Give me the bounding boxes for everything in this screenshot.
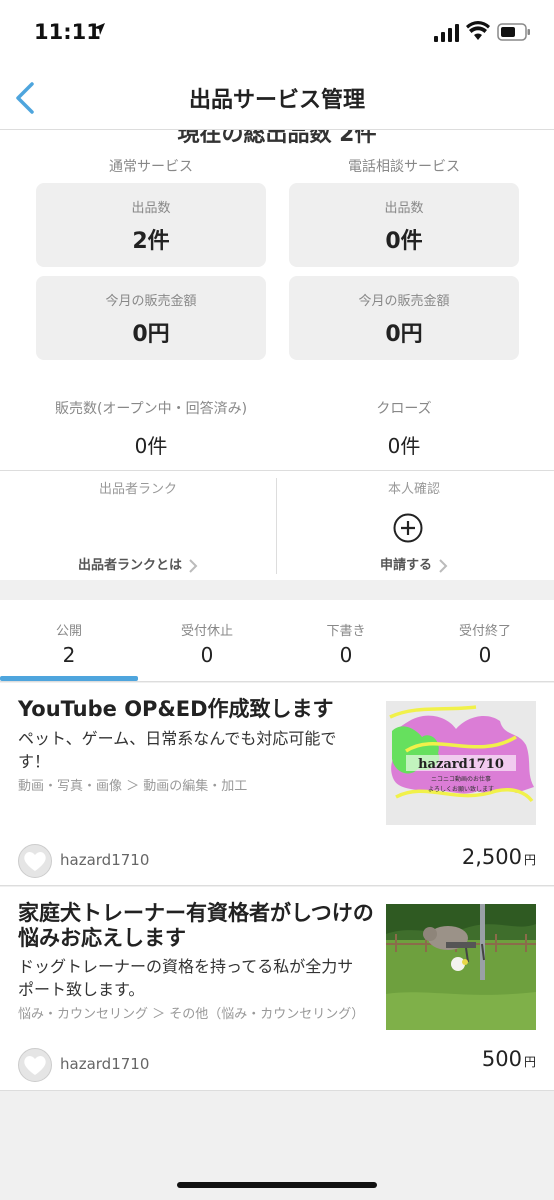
normal-sales-box: 今月の販売金額 0円 (36, 276, 266, 360)
closed-count-label: クローズ (376, 401, 432, 417)
active-tab-indicator (0, 676, 138, 681)
total-listings-heading: 現在の総出品数 2件 (177, 130, 377, 147)
tab-count: 0 (339, 643, 353, 667)
cellular-signal-icon (434, 24, 459, 42)
summary-section: 現在の総出品数 2件 通常サービス 電話相談サービス 出品数 2件 出品数 0件… (0, 130, 554, 580)
tab-count: 0 (478, 643, 492, 667)
phone-listings-value: 0件 (385, 229, 423, 254)
phone-service-header: 電話相談サービス (348, 159, 460, 175)
tab-public[interactable]: 公開 2 (0, 620, 138, 667)
status-bar: 11:11 (0, 0, 554, 66)
listing-price: 500 円 (482, 1047, 536, 1071)
tab-drafts[interactable]: 下書き 0 (277, 620, 415, 667)
avatar[interactable] (18, 844, 52, 878)
chevron-right-icon (439, 558, 448, 573)
normal-listings-value: 2件 (132, 229, 170, 254)
tab-ended[interactable]: 受付終了 0 (416, 620, 554, 667)
listing-title: 家庭犬トレーナー有資格者がしつけの悩みお応えします (18, 901, 374, 950)
status-time: 11:11 (34, 20, 101, 44)
price-value: 500 (481, 1047, 522, 1071)
chevron-right-icon (189, 558, 198, 573)
tab-label: 下書き (326, 624, 366, 639)
tab-label: 受付終了 (458, 624, 511, 639)
normal-listings-label: 出品数 (131, 201, 171, 216)
listing-card[interactable]: YouTube OP&ED作成致します ペット、ゲーム、日常系なんでも対応可能で… (0, 683, 554, 886)
battery-icon (497, 23, 530, 41)
page-title: 出品サービス管理 (188, 88, 365, 113)
tab-count: 0 (200, 643, 214, 667)
identity-verification-label: 本人確認 (387, 482, 440, 497)
listing-price: 2,500 円 (462, 845, 536, 869)
sold-count-value: 0件 (134, 434, 168, 458)
listing-description: ドッグトレーナーの資格を持ってる私が全力サポート致します。 (18, 957, 354, 999)
price-currency: 円 (523, 853, 536, 867)
closed-count-stat: クローズ 0件 (289, 398, 519, 459)
closed-count-value: 0件 (387, 434, 421, 458)
phone-listings-box: 出品数 0件 (289, 183, 519, 267)
apply-verification-link[interactable]: 申請する (276, 554, 552, 574)
seller-rank-link[interactable]: 出品者ランクとは (0, 554, 276, 574)
avatar[interactable] (18, 1048, 52, 1082)
sold-count-label: 販売数(オープン中・回答済み) (54, 401, 248, 417)
home-indicator[interactable] (177, 1182, 377, 1188)
seller-rank-label: 出品者ランク (98, 482, 177, 497)
apply-verification-label: 申請する (379, 558, 432, 573)
location-arrow-icon (93, 23, 105, 35)
seller-rank-link-label: 出品者ランクとは (77, 558, 182, 573)
listing-title: YouTube OP&ED作成致します (18, 697, 334, 721)
sold-count-stat: 販売数(オープン中・回答済み) 0件 (36, 398, 266, 459)
tab-paused[interactable]: 受付休止 0 (138, 620, 276, 667)
price-currency: 円 (523, 1055, 536, 1069)
normal-listings-box: 出品数 2件 (36, 183, 266, 267)
wifi-icon (466, 21, 490, 40)
add-circle-icon[interactable] (392, 512, 424, 544)
heart-icon (24, 852, 46, 871)
thumbnail-text: hazard1710 (418, 757, 504, 772)
normal-sales-value: 0円 (132, 322, 170, 347)
thumbnail-subtext: よろしくお願い致します (428, 785, 494, 793)
listing-category: 悩み・カウンセリング ＞ その他（悩み・カウンセリング） (18, 1007, 365, 1022)
listing-description: ペット、ゲーム、日常系なんでも対応可能です！ (18, 729, 337, 771)
tab-count: 2 (62, 643, 76, 667)
listing-card[interactable]: 家庭犬トレーナー有資格者がしつけの悩みお応えします ドッグトレーナーの資格を持っ… (0, 887, 554, 1091)
phone-sales-value: 0円 (385, 322, 423, 347)
status-tabs: 公開 2 受付休止 0 下書き 0 受付終了 0 (0, 600, 554, 682)
listing-category: 動画・写真・画像 ＞ 動画の編集・加工 (18, 779, 248, 794)
seller-username[interactable]: hazard1710 (60, 851, 149, 869)
listing-thumbnail: hazard1710 ニコニコ動画のお仕事 よろしくお願い致します (386, 701, 536, 825)
phone-listings-label: 出品数 (384, 201, 424, 216)
phone-sales-label: 今月の販売金額 (358, 294, 450, 309)
nav-bar: 出品サービス管理 (0, 66, 554, 130)
tab-label: 受付休止 (180, 624, 233, 639)
tab-label: 公開 (55, 624, 82, 639)
thumbnail-subtext: ニコニコ動画のお仕事 (431, 775, 491, 783)
phone-sales-box: 今月の販売金額 0円 (289, 276, 519, 360)
heart-icon (24, 1056, 46, 1075)
normal-sales-label: 今月の販売金額 (105, 294, 197, 309)
divider (0, 470, 554, 471)
normal-service-header: 通常サービス (109, 159, 193, 175)
price-value: 2,500 (461, 845, 522, 869)
seller-username[interactable]: hazard1710 (60, 1055, 149, 1073)
listing-thumbnail (386, 904, 536, 1030)
